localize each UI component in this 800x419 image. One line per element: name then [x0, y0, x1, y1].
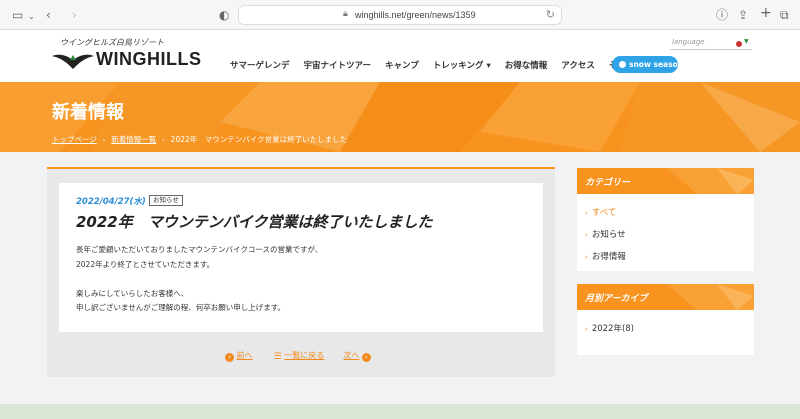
next-link[interactable]: 次へ [343, 351, 359, 360]
caret-right-icon: › [585, 253, 588, 261]
category-label: お知らせ [591, 230, 626, 240]
article-date: 2022/04/27(水) [76, 197, 146, 207]
article-paragraph: 申し訳ございませんがご理解の程、何卒お願い申し上げます。 [76, 303, 286, 312]
archive-item-2022[interactable]: › 2022年(8) [585, 322, 634, 334]
pager: ‹ 前へ ☰ 一覧に戻る 次へ › [225, 350, 371, 362]
category-item-deals[interactable]: › お得情報 [585, 250, 626, 262]
article-paragraph: 楽しみにしていらしたお客様へ、 [76, 288, 189, 298]
category-label: お得情報 [591, 252, 626, 262]
logo-tagline: ウイングヒルズ白鳥リゾート [60, 38, 164, 47]
reload-icon[interactable]: ↻ [546, 8, 555, 21]
category-title: カテゴリー [585, 178, 631, 188]
prev-arrow-icon[interactable]: ‹ [225, 353, 234, 362]
next-arrow-icon[interactable]: › [361, 353, 371, 362]
news-panel: 2022/04/27(水) お知らせ 2022年 マウンテンバイク営業は終了いた… [47, 167, 555, 377]
page-title: 新着情報 [52, 102, 124, 123]
nav-camp[interactable]: キャンプ [385, 59, 419, 73]
article-card: 2022/04/27(水) お知らせ 2022年 マウンテンバイク営業は終了いた… [59, 183, 543, 332]
snow-season-label: snow season [629, 60, 684, 69]
footer-strip [0, 404, 800, 419]
forward-icon[interactable]: › [72, 7, 77, 23]
chevron-down-icon[interactable]: ⌄ [28, 9, 35, 25]
breadcrumb-current: 2022年 マウンテンバイク営業は終了いたしました [170, 135, 348, 144]
wing-logo-icon[interactable] [52, 50, 94, 70]
article-spacer [76, 272, 322, 287]
category-badge[interactable]: お知らせ [149, 195, 183, 206]
nav-summer-slope[interactable]: サマーゲレンデ [230, 59, 290, 73]
main-nav: サマーゲレンデ 宇宙ナイトツアー キャンプ トレッキング ▾ お得な情報 アクセ… [230, 59, 656, 73]
nav-access[interactable]: アクセス [561, 59, 595, 73]
archive-label: 2022年(8) [591, 324, 634, 334]
back-to-list-link[interactable]: 一覧に戻る [284, 351, 324, 360]
list-icon[interactable]: ☰ [274, 352, 282, 362]
browser-toolbar: ▭ ⌄ ‹ › ◐ 🔒︎ winghills.net/green/news/13… [0, 0, 800, 30]
privacy-icon[interactable]: ◐ [219, 7, 229, 23]
prev-link[interactable]: 前へ [237, 351, 253, 360]
breadcrumb-news-list[interactable]: 新着情報一覧 [111, 135, 156, 144]
article-body: 長年ご愛顧いただいておりましたマウンテンバイクコースの営業ですが、 2022年よ… [76, 243, 322, 316]
language-select[interactable]: language ▼ [670, 38, 752, 50]
site-header: ウイングヒルズ白鳥リゾート WINGHILLS language ▼ サマーゲレ… [0, 30, 800, 82]
page-banner: 新着情報 トップページ › 新着情報一覧 › 2022年 マウンテンバイク営業は終了いた… [0, 82, 800, 152]
flag-icon [736, 41, 742, 47]
nav-deals[interactable]: お得な情報 [505, 59, 548, 73]
breadcrumb-separator-icon: › [162, 137, 165, 144]
archive-header: 月別アーカイブ [577, 284, 754, 310]
breadcrumb: トップページ › 新着情報一覧 › 2022年 マウンテンバイク営業は終了いたしました [52, 134, 347, 145]
tabs-overview-icon[interactable]: ⧉ [780, 7, 789, 23]
category-list: › すべて › お知らせ › お得情報 [577, 194, 754, 271]
url-text: winghills.net/green/news/1359 [355, 10, 476, 20]
archive-title: 月別アーカイブ [585, 294, 648, 304]
nav-night-tour[interactable]: 宇宙ナイトツアー [304, 59, 372, 73]
caret-right-icon: › [585, 325, 588, 333]
new-tab-icon[interactable]: + [760, 5, 772, 21]
language-placeholder: language [672, 38, 705, 46]
logo-text[interactable]: WINGHILLS [96, 49, 202, 70]
category-item-all[interactable]: › すべて [585, 206, 616, 218]
breadcrumb-home[interactable]: トップページ [52, 135, 97, 144]
archive-list: › 2022年(8) [577, 310, 754, 355]
snow-icon [619, 61, 626, 68]
lock-icon: 🔒︎ [343, 9, 348, 19]
sidebar-toggle-icon[interactable]: ▭ [12, 7, 23, 23]
category-label: すべて [591, 208, 617, 218]
category-item-notice[interactable]: › お知らせ [585, 228, 626, 240]
info-icon[interactable]: ⓘ [716, 7, 728, 23]
nav-trekking[interactable]: トレッキング ▾ [433, 59, 491, 73]
share-icon[interactable]: ⇪ [738, 7, 748, 23]
address-bar[interactable]: 🔒︎ winghills.net/green/news/1359 ↻ [238, 5, 562, 25]
article-title: 2022年 マウンテンバイク営業は終了いたしました [76, 213, 433, 231]
dropdown-arrow-icon: ▼ [744, 38, 749, 45]
caret-right-icon: › [585, 231, 588, 239]
article-paragraph: 長年ご愛顧いただいておりましたマウンテンバイクコースの営業ですが、 [76, 245, 323, 254]
category-header: カテゴリー [577, 168, 754, 194]
snow-season-button[interactable]: snow season [612, 56, 683, 73]
caret-right-icon: › [585, 209, 588, 217]
breadcrumb-separator-icon: › [102, 137, 106, 144]
article-paragraph: 2022年より終了とさせていただきます。 [76, 259, 215, 269]
back-icon[interactable]: ‹ [46, 7, 51, 23]
